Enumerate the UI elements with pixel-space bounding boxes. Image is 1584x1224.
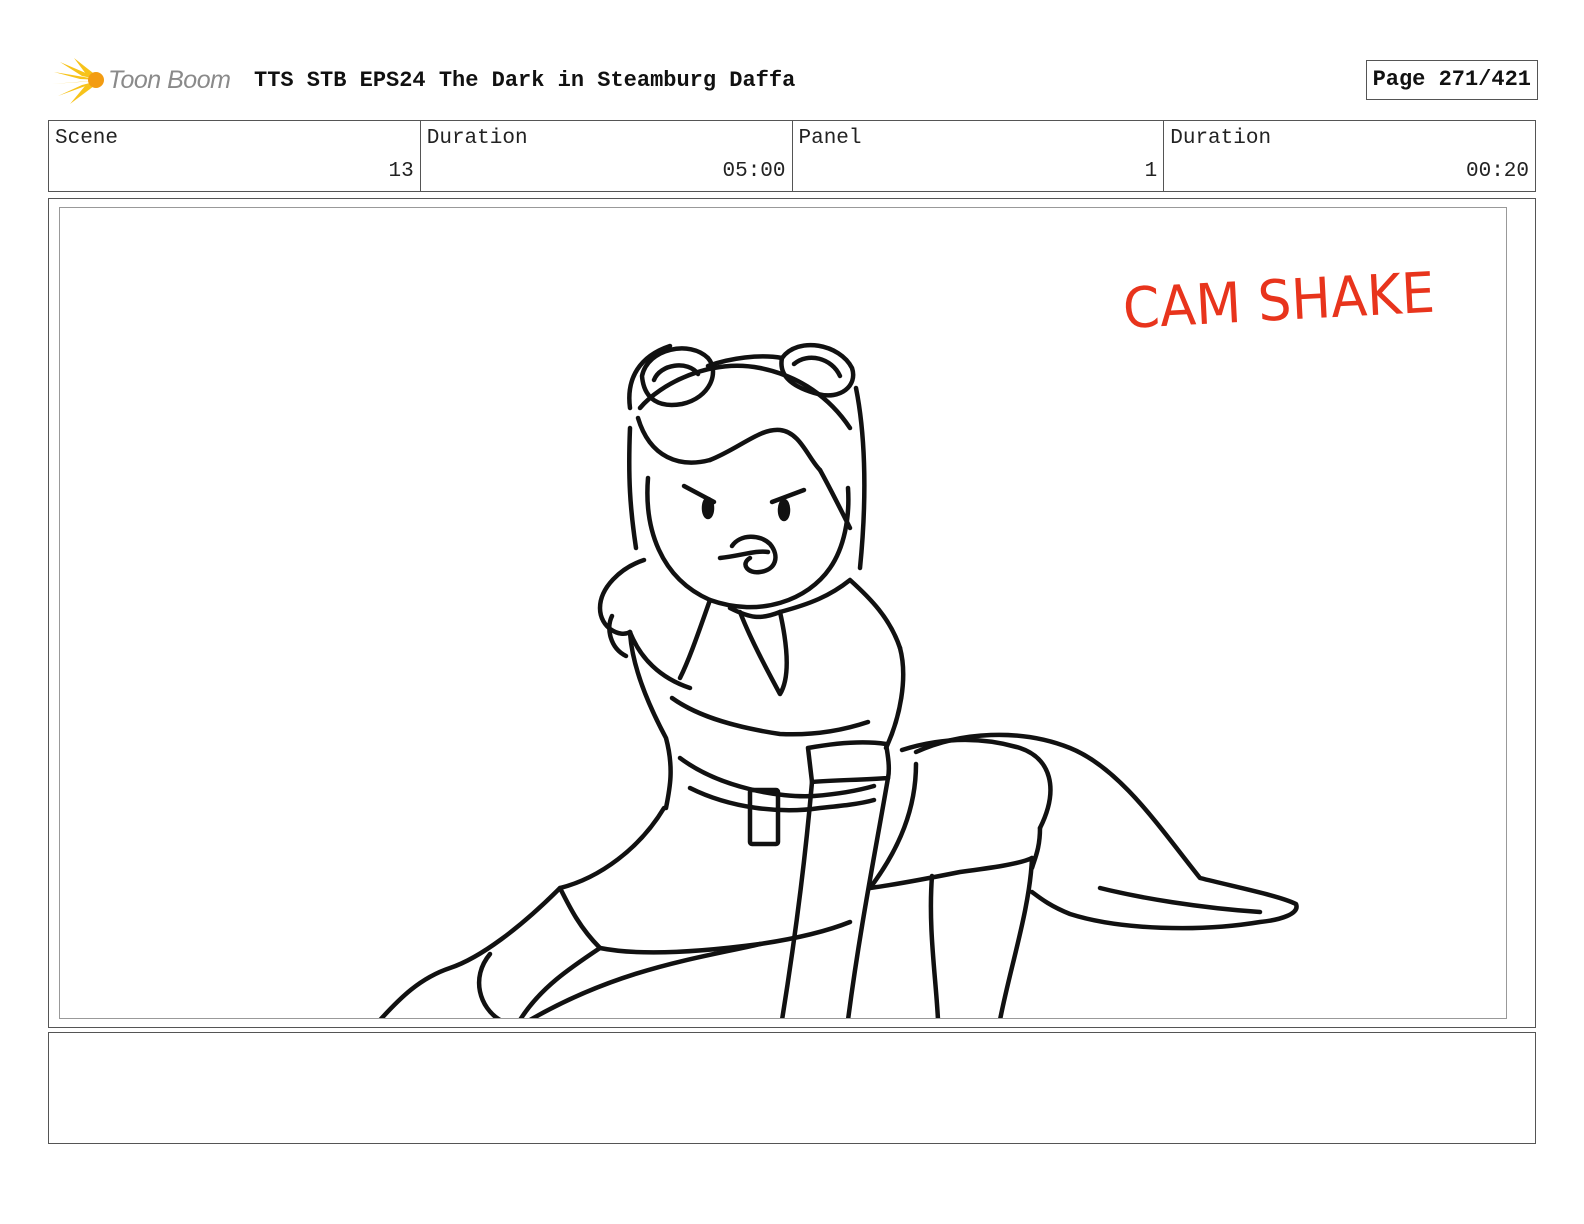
storyboard-panel-frame: CAM SHAKE: [48, 198, 1536, 1028]
cam-shake-annotation: CAM SHAKE: [1121, 261, 1436, 342]
panel-drawing: CAM SHAKE: [378, 261, 1436, 1018]
panel-notes-box: [48, 1032, 1536, 1144]
page-indicator: Page 271/421: [1365, 60, 1538, 100]
storyboard-panel: CAM SHAKE: [59, 207, 1507, 1019]
panel-duration-value: 00:20: [1465, 160, 1529, 183]
scene-duration-value: 05:00: [722, 160, 786, 183]
panel-cell: Panel 1: [793, 121, 1165, 191]
brand-name: Toon Boom: [108, 66, 231, 94]
panel-duration-cell: Duration 00:20: [1164, 121, 1535, 191]
scene-info-table: Scene 13 Duration 05:00 Panel 1 Duration…: [48, 120, 1536, 192]
toon-boom-burst-icon: [52, 58, 104, 104]
panel-label: Panel: [798, 127, 862, 150]
scene-value: 13: [388, 160, 414, 183]
scene-label: Scene: [55, 127, 119, 150]
panel-value: 1: [1144, 160, 1158, 183]
scene-duration-label: Duration: [426, 127, 528, 150]
document-title: TTS STB EPS24 The Dark in Steamburg Daff…: [254, 68, 796, 93]
toon-boom-logo: Toon Boom: [52, 58, 242, 104]
page-header: Toon Boom TTS STB EPS24 The Dark in Stea…: [48, 56, 1538, 106]
scene-duration-cell: Duration 05:00: [421, 121, 793, 191]
character-sketch: [378, 342, 1299, 1018]
panel-duration-label: Duration: [1170, 127, 1272, 150]
scene-cell: Scene 13: [49, 121, 421, 191]
